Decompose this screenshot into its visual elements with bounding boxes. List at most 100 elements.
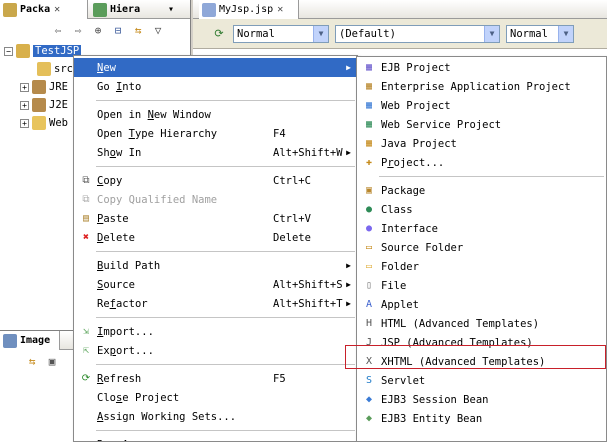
new-item-html-advanced-templates[interactable]: H HTML (Advanced Templates)	[357, 314, 606, 333]
menu-item-label: Assign Working Sets...	[97, 410, 237, 423]
new-item-ejb3-session-bean[interactable]: ◆ EJB3 Session Bean	[357, 390, 606, 409]
tab-image[interactable]: Image	[0, 331, 60, 350]
new-item-package[interactable]: ▣ Package	[357, 181, 606, 200]
menu-item-label: New	[97, 61, 116, 74]
menu-item-assign-working-sets[interactable]: Assign Working Sets...	[74, 407, 357, 426]
design-mode-icon[interactable]: ⟳	[211, 26, 227, 42]
web-service-project-icon: ▦	[365, 119, 373, 130]
menu-item-delete[interactable]: ✖ Delete Delete	[74, 228, 357, 247]
menu-item-open-type-hierarchy[interactable]: Open Type Hierarchy F4	[74, 124, 357, 143]
menu-item-label: Web Service Project	[381, 118, 502, 131]
class-icon: ●	[365, 204, 373, 215]
paste-icon: ▤	[82, 213, 90, 224]
menu-item-label: XHTML (Advanced Templates)	[381, 355, 546, 368]
new-item-applet[interactable]: A Applet	[357, 295, 606, 314]
menu-item-source[interactable]: Source Alt+Shift+S ▶	[74, 275, 357, 294]
xhtml-icon: X	[365, 356, 373, 367]
menu-item-label: Open Type Hierarchy	[97, 127, 218, 140]
tab-image-label: Image	[20, 335, 51, 346]
new-item-class[interactable]: ● Class	[357, 200, 606, 219]
export-icon: ⇱	[82, 345, 90, 356]
menu-separator	[357, 172, 606, 181]
image-settings-icon[interactable]: ▣	[44, 353, 60, 369]
menu-item-new[interactable]: New ▶	[74, 58, 357, 77]
new-item-servlet[interactable]: S Servlet	[357, 371, 606, 390]
collapse-toggle-icon[interactable]: −	[4, 46, 13, 56]
menu-item-paste[interactable]: ▤ Paste Ctrl+V	[74, 209, 357, 228]
image-icon	[3, 333, 17, 348]
menu-item-refactor[interactable]: Refactor Alt+Shift+T ▶	[74, 294, 357, 313]
new-item-jsp-advanced-templates[interactable]: J JSP (Advanced Templates)	[357, 333, 606, 352]
copy-qualified-icon: ⧉	[82, 194, 90, 205]
new-item-source-folder[interactable]: ▭ Source Folder	[357, 238, 606, 257]
new-item-interface[interactable]: ● Interface	[357, 219, 606, 238]
new-item-web-service-project[interactable]: ▦ Web Service Project	[357, 115, 606, 134]
link-with-editor-icon[interactable]: ⇆	[130, 22, 146, 38]
new-item-xhtml-advanced-templates[interactable]: X XHTML (Advanced Templates)	[357, 352, 606, 371]
back-arrow-icon[interactable]: ⇦	[50, 22, 66, 38]
new-item-ejb3-entity-bean[interactable]: ◆ EJB3 Entity Bean	[357, 409, 606, 428]
package-explorer-icon	[3, 2, 17, 17]
view-menu-icon[interactable]: ▽	[150, 22, 166, 38]
package-explorer-tabbar: Packa ✕ Hiera ▾	[0, 0, 190, 19]
tab-package-explorer[interactable]: Packa ✕	[0, 0, 88, 19]
menu-item-open-in-new-window[interactable]: Open in New Window	[74, 105, 357, 124]
view-menu-button[interactable]: ▾	[165, 0, 189, 19]
menu-item-shortcut: Delete	[273, 231, 311, 244]
swap-icon[interactable]: ⇆	[24, 353, 40, 369]
expand-toggle-icon[interactable]: +	[20, 82, 29, 92]
library-icon	[32, 98, 46, 112]
close-icon[interactable]: ✕	[54, 4, 60, 15]
menu-item-label: Source	[97, 278, 135, 291]
tab-editor-myjsp[interactable]: MyJsp.jsp ✕	[199, 0, 299, 19]
font-select[interactable]: (Default) ▼	[335, 24, 500, 43]
package-icon: ▣	[365, 185, 373, 196]
ear-project-icon: ▦	[365, 81, 373, 92]
tab-hierarchy[interactable]: Hiera	[90, 0, 160, 19]
expand-toggle-icon[interactable]: +	[20, 100, 29, 110]
forward-arrow-icon[interactable]: ⇨	[70, 22, 86, 38]
paragraph-style-select[interactable]: Normal ▼	[233, 24, 329, 43]
menu-item-close-project[interactable]: Close Project	[74, 388, 357, 407]
font-value: (Default)	[339, 27, 396, 40]
new-item-web-project[interactable]: ▦ Web Project	[357, 96, 606, 115]
new-submenu: ▦ EJB Project ▦ Enterprise Application Proj…	[356, 56, 607, 442]
menu-item-label: Go Into	[97, 80, 142, 93]
editor-format-toolbar: ⟳ Normal ▼ (Default) ▼ Normal ▼	[193, 19, 607, 49]
chevron-down-icon: ▼	[484, 25, 499, 42]
menu-item-import[interactable]: ⇲ Import...	[74, 322, 357, 341]
new-item-java-project[interactable]: ▦ Java Project	[357, 134, 606, 153]
minimize-icon: ▾	[168, 4, 175, 15]
jsp-icon: J	[365, 337, 373, 348]
applet-icon: A	[365, 299, 373, 310]
collapse-all-icon[interactable]: ⊟	[110, 22, 126, 38]
menu-item-go-into[interactable]: Go Into	[74, 77, 357, 96]
menu-item-label: JSP (Advanced Templates)	[381, 336, 533, 349]
menu-item-label: HTML (Advanced Templates)	[381, 317, 540, 330]
menu-item-export[interactable]: ⇱ Export...	[74, 341, 357, 360]
close-icon[interactable]: ✕	[277, 4, 283, 15]
new-item-project[interactable]: ✚ Project...	[357, 153, 606, 172]
font-size-select[interactable]: Normal ▼	[506, 24, 574, 43]
new-item-enterprise-application-project[interactable]: ▦ Enterprise Application Project	[357, 77, 606, 96]
expand-toggle-icon[interactable]: +	[20, 118, 29, 128]
link-icon[interactable]: ⊕	[90, 22, 106, 38]
new-item-folder[interactable]: ▭ Folder	[357, 257, 606, 276]
menu-item-label: EJB Project	[381, 61, 451, 74]
library-icon	[32, 80, 46, 94]
menu-item-label: Applet	[381, 298, 419, 311]
package-explorer-toolbar: ⇦ ⇨ ⊕ ⊟ ⇆ ▽	[50, 19, 166, 41]
menu-item-label: Project...	[381, 156, 445, 169]
menu-item-label: Import...	[97, 325, 154, 338]
menu-item-refresh[interactable]: ⟳ Refresh F5	[74, 369, 357, 388]
menu-item-label: EJB3 Entity Bean	[381, 412, 483, 425]
context-menu-items: New ▶ Go Into Open in New Window Open Type H…	[74, 56, 357, 442]
menu-item-build-path[interactable]: Build Path ▶	[74, 256, 357, 275]
folder-icon	[32, 116, 46, 130]
menu-item-copy[interactable]: ⧉ Copy Ctrl+C	[74, 171, 357, 190]
menu-item-run-as[interactable]: Run As▶	[74, 435, 357, 442]
new-item-file[interactable]: ▯ File	[357, 276, 606, 295]
menu-item-show-in[interactable]: Show In Alt+Shift+W ▶	[74, 143, 357, 162]
new-item-ejb-project[interactable]: ▦ EJB Project	[357, 58, 606, 77]
menu-item-shortcut: Alt+Shift+W	[273, 146, 343, 159]
